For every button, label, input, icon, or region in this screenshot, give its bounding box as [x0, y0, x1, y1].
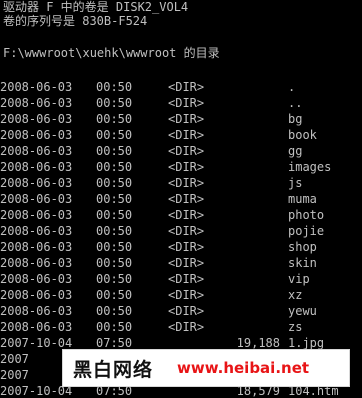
entry-date: 2008-06-03: [0, 272, 73, 286]
console-window: 驱动器 F 中的卷是 DISK2_VOL4 卷的序列号是 830B-F524 F…: [0, 0, 362, 398]
entry-time: 00:50: [96, 96, 133, 110]
entry-date: 2008-06-03: [0, 208, 73, 222]
entry-name: book: [288, 128, 317, 142]
entry-type: <DIR>: [168, 144, 205, 158]
entry-name: vip: [288, 272, 310, 286]
entry-time: 00:50: [96, 112, 133, 126]
entry-date: 2007: [0, 368, 29, 382]
listing-row: 2008-06-03 00:50 <DIR> shop: [0, 239, 362, 255]
listing-row: 2008-06-03 00:50 <DIR> bg: [0, 111, 362, 127]
listing-row: 2008-06-03 00:50 <DIR>..: [0, 95, 362, 111]
entry-date: 2008-06-03: [0, 128, 73, 142]
entry-date: 2007: [0, 352, 29, 366]
entry-date: 2008-06-03: [0, 112, 73, 126]
listing-row: 2008-06-03 00:50 <DIR> images: [0, 159, 362, 175]
entry-type: <DIR>: [168, 272, 205, 286]
entry-name: pojie: [288, 224, 325, 238]
entry-name: images: [288, 160, 332, 174]
entry-name: zs: [288, 320, 303, 334]
entry-date: 2008-06-03: [0, 304, 73, 318]
entry-name: gg: [288, 144, 303, 158]
listing-row: 2008-06-03 00:50 <DIR> skin: [0, 255, 362, 271]
entry-type: <DIR>: [168, 288, 205, 302]
listing-row: 2008-06-03 00:50 <DIR> zs: [0, 319, 362, 335]
entry-date: 2008-06-03: [0, 288, 73, 302]
listing-row: 2008-06-03 00:50 <DIR> yewu: [0, 303, 362, 319]
entry-date: 2008-06-03: [0, 192, 73, 206]
entry-type: <DIR>: [168, 96, 205, 110]
entry-time: 00:50: [96, 176, 133, 190]
entry-time: 00:50: [96, 160, 133, 174]
entry-type: <DIR>: [168, 128, 205, 142]
listing-row: 2008-06-03 00:50 <DIR> photo: [0, 207, 362, 223]
entry-type: <DIR>: [168, 80, 205, 94]
entry-type: <DIR>: [168, 208, 205, 222]
entry-name: js: [288, 176, 303, 190]
entry-time: 00:50: [96, 240, 133, 254]
entry-type: <DIR>: [168, 192, 205, 206]
entry-date: 2008-06-03: [0, 320, 73, 334]
listing-row: 2008-06-03 00:50 <DIR> vip: [0, 271, 362, 287]
entry-type: <DIR>: [168, 256, 205, 270]
entry-name: photo: [288, 208, 325, 222]
listing-row: 2008-06-03 00:50 <DIR> gg: [0, 143, 362, 159]
entry-type: <DIR>: [168, 240, 205, 254]
entry-time: 00:50: [96, 272, 133, 286]
entry-time: 00:50: [96, 224, 133, 238]
entry-type: <DIR>: [168, 112, 205, 126]
entry-time: 00:50: [96, 80, 133, 94]
entry-time: 00:50: [96, 256, 133, 270]
entry-name: shop: [288, 240, 317, 254]
entry-name: .: [288, 80, 296, 94]
listing-row: 2008-06-03 00:50 <DIR> xz: [0, 287, 362, 303]
entry-time: 00:50: [96, 144, 133, 158]
entry-date: 2008-06-03: [0, 96, 73, 110]
entry-type: <DIR>: [168, 224, 205, 238]
entry-type: <DIR>: [168, 320, 205, 334]
entry-date: 2008-06-03: [0, 176, 73, 190]
entry-type: <DIR>: [168, 176, 205, 190]
listing-row: 2008-06-03 00:50 <DIR> pojie: [0, 223, 362, 239]
volume-serial-line: 卷的序列号是 830B-F524: [3, 14, 148, 28]
entry-time: 00:50: [96, 320, 133, 334]
entry-date: 2008-06-03: [0, 80, 73, 94]
entry-time: 00:50: [96, 192, 133, 206]
entry-name: xz: [288, 288, 303, 302]
entry-name: ..: [288, 96, 303, 110]
entry-date: 2008-06-03: [0, 240, 73, 254]
entry-name: yewu: [288, 304, 317, 318]
directory-path-line: F:\wwwroot\xuehk\wwwroot 的目录: [3, 46, 220, 60]
entry-type: <DIR>: [168, 304, 205, 318]
watermark-url: www.heibai.net: [177, 359, 310, 377]
entry-time: 00:50: [96, 128, 133, 142]
entry-date: 2008-06-03: [0, 160, 73, 174]
listing-row: 2008-06-03 00:50 <DIR> book: [0, 127, 362, 143]
entry-time: 00:50: [96, 208, 133, 222]
entry-date: 2008-06-03: [0, 144, 73, 158]
listing-row: 2008-06-03 00:50 <DIR> js: [0, 175, 362, 191]
watermark-banner: 黑白网络 www.heibai.net: [62, 349, 350, 387]
entry-name: bg: [288, 112, 303, 126]
entry-date: 2008-06-03: [0, 256, 73, 270]
watermark-brand: 黑白网络: [73, 358, 154, 381]
entry-date: 2008-06-03: [0, 224, 73, 238]
entry-type: <DIR>: [168, 160, 205, 174]
entry-time: 00:50: [96, 304, 133, 318]
entry-time: 00:50: [96, 288, 133, 302]
entry-name: muma: [288, 192, 317, 206]
listing-row: 2008-06-03 00:50 <DIR> muma: [0, 191, 362, 207]
entry-name: skin: [288, 256, 317, 270]
listing-row: 2008-06-03 00:50 <DIR>.: [0, 79, 362, 95]
